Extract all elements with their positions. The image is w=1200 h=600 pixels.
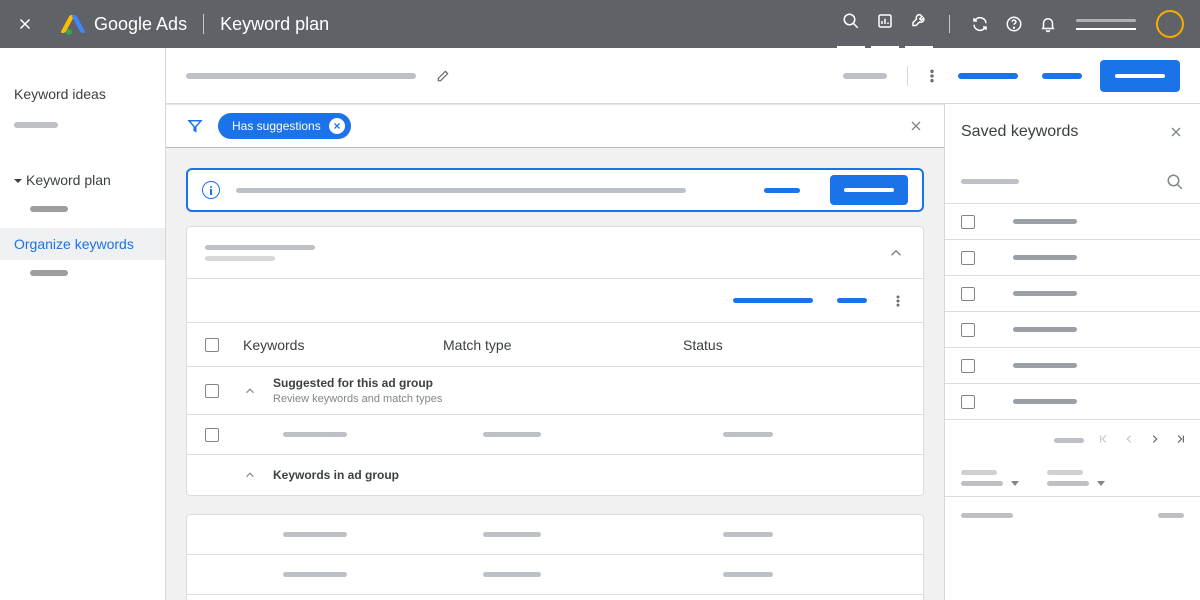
ad-group-card: Keywords Match type Status Suggested for… — [186, 226, 924, 496]
first-page-button[interactable] — [1096, 432, 1110, 449]
more-options-button[interactable] — [924, 68, 940, 84]
search-button[interactable] — [837, 0, 865, 48]
chevron-up-icon[interactable] — [243, 384, 257, 398]
group-subtitle: Review keywords and match types — [273, 393, 442, 405]
edit-title-button[interactable] — [436, 69, 450, 83]
search-placeholder — [961, 179, 1019, 184]
column-header-keywords[interactable]: Keywords — [243, 337, 443, 353]
toolbar-link-1[interactable] — [958, 73, 1018, 79]
panel-search[interactable] — [945, 160, 1200, 204]
banner-message — [236, 188, 748, 193]
banner-action-button[interactable] — [830, 175, 908, 205]
last-page-button[interactable] — [1174, 432, 1188, 449]
sidebar-subitem-placeholder[interactable] — [30, 206, 68, 212]
panel-title: Saved keywords — [961, 123, 1078, 141]
column-header-status[interactable]: Status — [683, 337, 905, 353]
sidebar-item-placeholder[interactable] — [14, 122, 58, 128]
account-avatar[interactable] — [1156, 10, 1184, 38]
toolbar-date-placeholder — [843, 73, 887, 79]
group-title: Suggested for this ad group — [273, 376, 442, 390]
tools-button[interactable] — [905, 0, 933, 48]
table-row[interactable] — [187, 555, 923, 595]
notifications-button[interactable] — [1034, 0, 1062, 48]
toolbar-divider — [907, 66, 908, 86]
reports-button[interactable] — [871, 0, 899, 48]
filter-dropdown-2[interactable] — [1047, 481, 1105, 486]
filter-icon[interactable] — [186, 117, 204, 135]
banner-link[interactable] — [764, 188, 800, 193]
column-headers: Keywords Match type Status — [187, 323, 923, 367]
product-name: Google Ads — [94, 14, 187, 35]
next-page-button[interactable] — [1148, 432, 1162, 449]
panel-filters — [945, 460, 1200, 497]
close-filter-button[interactable] — [908, 118, 924, 134]
product-logo: Google Ads — [62, 13, 187, 35]
ad-group-header[interactable] — [187, 227, 923, 279]
left-sidebar: Keyword ideas Keyword plan Organize keyw… — [0, 48, 166, 600]
filter-dropdown-1[interactable] — [961, 481, 1019, 486]
table-row[interactable] — [187, 595, 923, 600]
filter-chip-has-suggestions[interactable]: Has suggestions — [218, 113, 351, 139]
page-toolbar — [166, 48, 1200, 104]
column-header-match-type[interactable]: Match type — [443, 337, 683, 353]
table-row[interactable] — [187, 515, 923, 555]
in-group-row[interactable]: Keywords in ad group — [187, 455, 923, 495]
page-info-placeholder — [1054, 438, 1084, 443]
group-checkbox[interactable] — [205, 384, 219, 398]
in-group-title: Keywords in ad group — [273, 468, 399, 482]
keywords-list-card — [186, 514, 924, 600]
prev-page-button[interactable] — [1122, 432, 1136, 449]
bulk-action-link-1[interactable] — [733, 298, 813, 303]
sidebar-subitem-placeholder-2[interactable] — [30, 270, 68, 276]
refresh-button[interactable] — [966, 0, 994, 48]
suggested-group-row[interactable]: Suggested for this ad group Review keywo… — [187, 367, 923, 415]
sidebar-item-keyword-ideas[interactable]: Keyword ideas — [0, 78, 165, 110]
help-button[interactable] — [1000, 0, 1028, 48]
close-icon[interactable] — [16, 15, 34, 33]
plan-title-placeholder — [186, 73, 416, 79]
close-panel-button[interactable] — [1168, 124, 1184, 140]
info-banner — [186, 168, 924, 212]
search-icon — [1166, 173, 1184, 191]
sidebar-item-keyword-plan[interactable]: Keyword plan — [0, 164, 165, 196]
select-all-checkbox[interactable] — [205, 338, 219, 352]
chevron-up-icon[interactable] — [243, 468, 257, 482]
toolbar-primary-button[interactable] — [1100, 60, 1180, 92]
saved-keywords-panel: Saved keywords — [944, 104, 1200, 600]
remove-chip-button[interactable] — [329, 118, 345, 134]
list-item[interactable] — [945, 348, 1200, 384]
header-separator — [949, 15, 950, 33]
sidebar-item-organize-keywords[interactable]: Organize keywords — [0, 228, 165, 260]
header-tools — [837, 0, 1184, 48]
list-item[interactable] — [945, 312, 1200, 348]
chevron-up-icon — [887, 244, 905, 262]
table-row[interactable] — [187, 415, 923, 455]
page-title: Keyword plan — [220, 14, 837, 35]
row-more-options-button[interactable] — [891, 294, 905, 308]
panel-title-row: Saved keywords — [945, 104, 1200, 160]
list-item[interactable] — [945, 276, 1200, 312]
bulk-action-link-2[interactable] — [837, 298, 867, 303]
list-item[interactable] — [945, 204, 1200, 240]
list-item[interactable] — [945, 384, 1200, 420]
filter-chip-label: Has suggestions — [232, 119, 321, 133]
filter-bar: Has suggestions — [166, 104, 944, 148]
toolbar-link-2[interactable] — [1042, 73, 1082, 79]
panel-footer-row — [945, 497, 1200, 533]
app-header: Google Ads Keyword plan — [0, 0, 1200, 48]
header-divider — [203, 14, 204, 34]
list-item[interactable] — [945, 240, 1200, 276]
info-icon — [202, 181, 220, 199]
row-checkbox[interactable] — [205, 428, 219, 442]
bulk-actions-row — [187, 279, 923, 323]
pagination — [945, 420, 1200, 460]
google-ads-logo-icon — [62, 13, 84, 35]
